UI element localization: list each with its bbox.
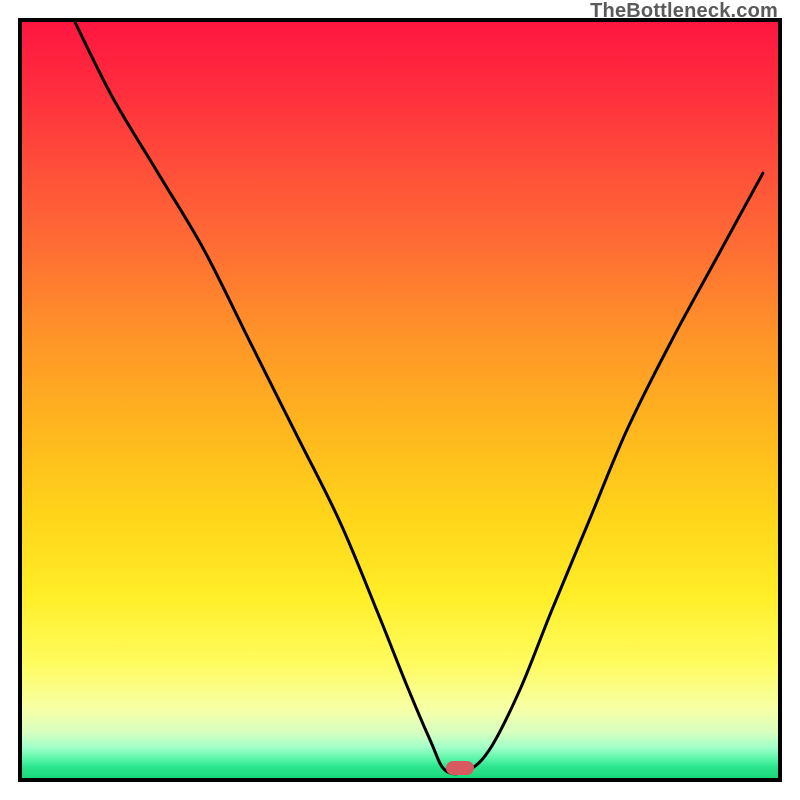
bottleneck-curve [75, 22, 763, 774]
curve-svg [22, 22, 778, 778]
optimal-point-marker [446, 761, 474, 775]
chart-frame [18, 18, 782, 782]
